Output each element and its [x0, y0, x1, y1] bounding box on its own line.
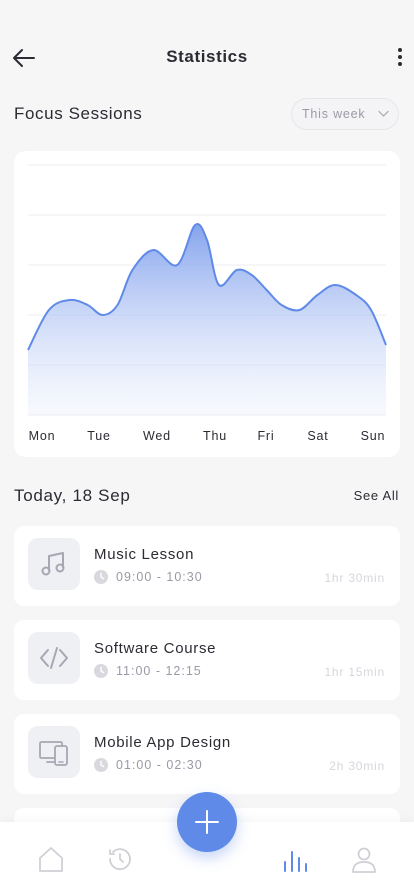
x-axis-label: Fri [258, 429, 275, 443]
session-card-software-course[interactable]: Software Course 11:00 - 12:15 1hr 15min [14, 620, 400, 700]
clock-icon [94, 758, 108, 772]
more-vertical-icon [398, 48, 402, 66]
x-axis-label: Wed [143, 429, 171, 443]
profile-icon [352, 847, 376, 873]
music-note-icon [41, 552, 65, 576]
x-axis-label: Thu [203, 429, 227, 443]
session-card-mobile-app-design[interactable]: Mobile App Design 01:00 - 02:30 2h 30min [14, 714, 400, 794]
chart-area [28, 223, 386, 415]
code-icon [40, 647, 68, 669]
more-options-button[interactable] [392, 44, 408, 72]
clock-icon [94, 570, 108, 584]
session-thumbnail [28, 538, 80, 590]
plus-icon [195, 810, 219, 834]
app-header: Statistics [0, 0, 414, 100]
nav-statistics[interactable] [281, 844, 311, 874]
session-time: 11:00 - 12:15 [116, 664, 202, 678]
session-time: 09:00 - 10:30 [116, 570, 203, 584]
nav-profile[interactable] [349, 844, 379, 874]
statistics-icon [284, 851, 307, 872]
session-thumbnail [28, 726, 80, 778]
chevron-down-icon [378, 110, 389, 117]
session-name: Music Lesson [94, 546, 195, 563]
page-title: Statistics [166, 47, 248, 66]
nav-history[interactable] [105, 844, 135, 874]
x-axis-label: Sun [361, 429, 386, 443]
x-axis-label: Tue [87, 429, 110, 443]
area-chart: Mon Tue Wed Thu Fri Sat Sun [27, 164, 387, 443]
see-all-link[interactable]: See All [354, 488, 399, 503]
session-name: Mobile App Design [94, 734, 231, 751]
session-name: Software Course [94, 640, 217, 657]
session-time: 01:00 - 02:30 [116, 758, 203, 772]
history-icon [109, 848, 131, 871]
x-axis-label: Mon [29, 429, 56, 443]
section-title: Focus Sessions [14, 104, 143, 123]
nav-home[interactable] [36, 844, 66, 874]
list-date-label: Today, 18 Sep [14, 486, 131, 505]
range-select[interactable]: This week [291, 98, 399, 130]
focus-sessions-chart: Mon Tue Wed Thu Fri Sat Sun [14, 151, 400, 457]
home-icon [39, 847, 63, 872]
session-duration: 1hr 15min [324, 665, 385, 679]
add-session-button[interactable] [177, 792, 237, 852]
range-select-value: This week [302, 107, 366, 121]
session-duration: 2h 30min [329, 759, 385, 773]
session-duration: 1hr 30min [324, 571, 385, 585]
x-axis-label: Sat [307, 429, 328, 443]
session-card-music-lesson[interactable]: Music Lesson 09:00 - 10:30 1hr 30min [14, 526, 400, 606]
clock-icon [94, 664, 108, 678]
devices-icon [39, 741, 68, 766]
session-thumbnail [28, 632, 80, 684]
